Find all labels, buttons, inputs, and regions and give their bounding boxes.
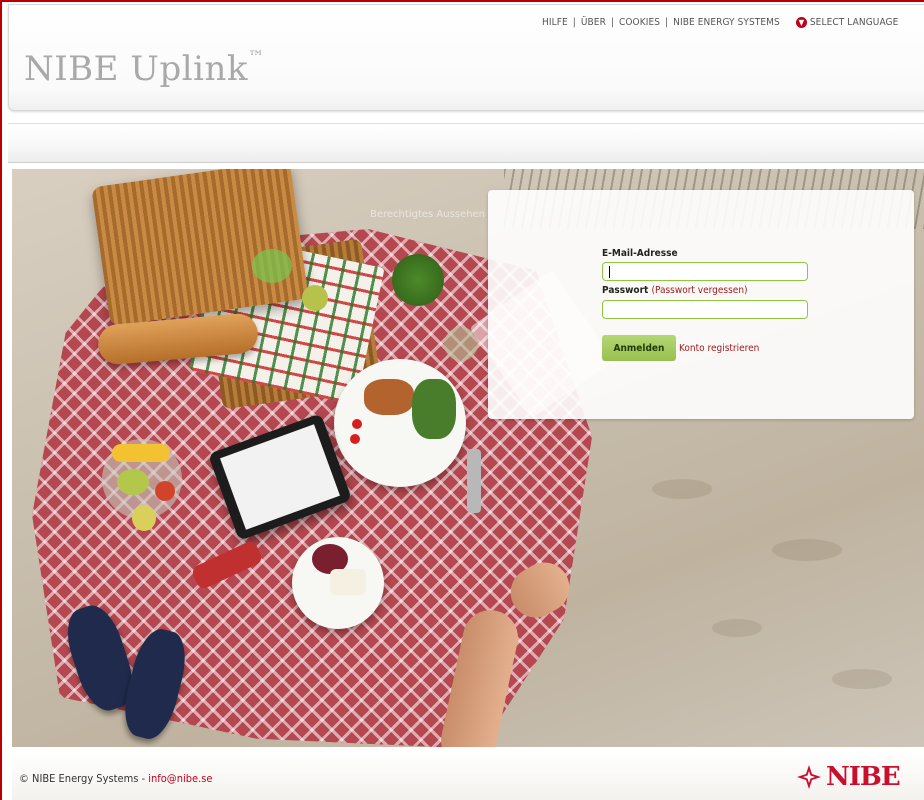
email-label: E-Mail-Adresse	[602, 248, 678, 259]
cheese	[330, 569, 366, 595]
footer-copyright: © NIBE Energy Systems - info@nibe.se	[19, 772, 212, 785]
nav-cookies-link[interactable]: COOKIES	[619, 17, 660, 28]
nav-help-link[interactable]: HILFE	[542, 17, 568, 28]
chicken	[364, 379, 414, 415]
pear	[132, 505, 156, 531]
banana	[112, 444, 170, 462]
email-field[interactable]	[602, 262, 808, 281]
nibe-star-icon	[797, 765, 821, 789]
sand-footprint	[712, 619, 762, 637]
copyright-text: © NIBE Energy Systems	[19, 772, 139, 785]
footer-separator: -	[138, 772, 149, 785]
password-label: Passwort	[602, 285, 649, 296]
app-title: NIBE Uplink	[24, 49, 248, 89]
nav-company-link[interactable]: NIBE ENERGY SYSTEMS	[673, 17, 780, 28]
window-frame-top	[0, 0, 924, 2]
hero-watermark-text: Berechtigtes Aussehen	[370, 209, 485, 220]
nav-separator: |	[610, 17, 614, 28]
contact-email-link[interactable]: info@nibe.se	[148, 772, 212, 785]
select-language-dropdown[interactable]: SELECT LANGUAGE	[810, 17, 899, 28]
salad	[412, 379, 456, 439]
peach	[155, 481, 175, 501]
brand-name: NIBE	[826, 762, 901, 792]
corkscrew	[467, 449, 481, 513]
sand-footprint	[772, 539, 842, 561]
top-navigation: HILFE | ÜBER | COOKIES | NIBE ENERGY SYS…	[542, 17, 898, 28]
green-glass	[252, 249, 292, 283]
text-cursor	[609, 266, 610, 278]
tomato	[352, 419, 362, 429]
sand-footprint	[832, 669, 892, 689]
register-account-link[interactable]: Konto registrieren	[679, 343, 759, 354]
apple	[302, 285, 328, 311]
chevron-down-icon[interactable]: ▼	[795, 17, 807, 28]
window-frame-left	[0, 0, 2, 800]
nav-separator: |	[665, 17, 669, 28]
sand-footprint	[652, 479, 712, 499]
login-button[interactable]: Anmelden	[602, 335, 676, 361]
password-label-group: Passwort (Passwort vergessen)	[602, 285, 748, 296]
potted-plant	[392, 254, 444, 306]
trademark-symbol: ™	[247, 47, 265, 66]
tomato	[350, 434, 360, 444]
page-footer: © NIBE Energy Systems - info@nibe.se NIB…	[12, 752, 924, 800]
app-logo[interactable]: NIBE Uplink™	[24, 47, 265, 89]
forgot-password-link[interactable]: (Passwort vergessen)	[651, 285, 747, 296]
nav-separator: |	[572, 17, 576, 28]
picnic-basket-lid	[91, 169, 309, 327]
nav-about-link[interactable]: ÜBER	[581, 17, 606, 28]
nibe-brand-logo[interactable]: NIBE	[797, 762, 901, 792]
login-panel: E-Mail-Adresse Passwort (Passwort verges…	[488, 190, 914, 419]
green-grapes	[117, 469, 149, 495]
page-header: NIBE Uplink™ HILFE | ÜBER | COOKIES | NI…	[8, 4, 924, 111]
sub-navigation-bar	[8, 123, 924, 163]
password-field[interactable]	[602, 300, 808, 319]
